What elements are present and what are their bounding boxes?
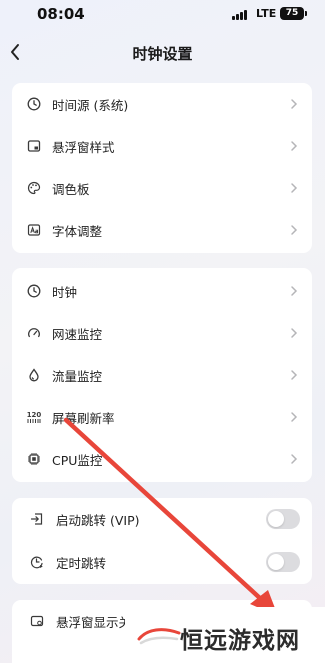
font-adjust-label: 字体调整: [52, 223, 103, 239]
float-window-style-label: 悬浮窗样式: [52, 139, 115, 155]
data-usage-label: 流量监控: [52, 368, 103, 384]
chevron-right-icon: [291, 412, 298, 422]
net-speed-label: 网速监控: [52, 326, 103, 342]
launch-jump-label: 启动跳转 (VIP): [56, 512, 140, 528]
status-time: 08:04: [37, 5, 85, 23]
network-type: LTE: [256, 7, 277, 20]
window-settings-icon: [29, 613, 45, 629]
float-display-label: 悬浮窗显示关: [56, 614, 132, 630]
timed-jump-label: 定时跳转: [56, 555, 107, 571]
font-adjust-row[interactable]: 字体调整: [12, 209, 312, 251]
window-icon: [26, 138, 42, 154]
cpu-icon: [26, 451, 42, 467]
font-icon: [26, 222, 42, 238]
status-bar: 08:04 LTE 75: [0, 0, 325, 30]
battery-level: 75: [285, 8, 299, 18]
launch-jump-toggle[interactable]: [266, 509, 300, 529]
net-speed-row[interactable]: 网速监控: [12, 312, 312, 354]
palette-row[interactable]: 调色板: [12, 167, 312, 209]
timed-jump-row: 定时跳转: [12, 541, 312, 583]
clock-label: 时钟: [52, 284, 78, 300]
droplet-icon: [26, 367, 42, 383]
chevron-right-icon: [291, 454, 298, 464]
cpu-monitor-label: CPU监控: [52, 452, 103, 468]
page-title: 时钟设置: [132, 45, 193, 63]
nav-bar: 时钟设置: [0, 32, 325, 72]
refresh-rate-row[interactable]: 120 屏幕刷新率: [12, 396, 312, 438]
data-usage-row[interactable]: 流量监控: [12, 354, 312, 396]
clock-icon: [26, 283, 42, 299]
timed-jump-toggle[interactable]: [266, 552, 300, 572]
cpu-monitor-row[interactable]: CPU监控: [12, 438, 312, 480]
clock-icon: [26, 96, 42, 112]
monitor-settings-card: 时钟 网速监控 流量监控 120 屏幕刷新率 CPU监控: [12, 268, 312, 482]
battery-icon: 75: [280, 7, 307, 20]
watermark-logo-icon: [137, 628, 181, 645]
chevron-right-icon: [291, 183, 298, 193]
time-source-row[interactable]: 时间源 (系统): [12, 83, 312, 125]
jump-icon: [29, 511, 45, 527]
watermark-text: 恒远游戏网: [180, 627, 300, 654]
time-source-label: 时间源 (系统): [52, 97, 129, 113]
timer-icon: [29, 554, 45, 570]
refresh-rate-label: 屏幕刷新率: [52, 410, 115, 426]
refresh-rate-icon: 120: [26, 409, 42, 425]
palette-label: 调色板: [52, 181, 90, 197]
clock-row[interactable]: 时钟: [12, 270, 312, 312]
display-settings-card: 时间源 (系统) 悬浮窗样式 调色板 字体调整: [12, 83, 312, 253]
speedometer-icon: [26, 325, 42, 341]
chevron-right-icon: [291, 141, 298, 151]
chevron-right-icon: [291, 99, 298, 109]
palette-icon: [26, 180, 42, 196]
launch-jump-row: 启动跳转 (VIP): [12, 498, 312, 540]
watermark: 恒远游戏网: [125, 607, 325, 663]
chevron-right-icon: [291, 328, 298, 338]
chevron-right-icon: [291, 370, 298, 380]
refresh-rate-icon-text: 120: [26, 411, 42, 419]
chevron-right-icon: [291, 286, 298, 296]
signal-icon: [232, 9, 250, 20]
float-window-style-row[interactable]: 悬浮窗样式: [12, 125, 312, 167]
chevron-right-icon: [291, 225, 298, 235]
jump-settings-card: 启动跳转 (VIP) 定时跳转: [12, 498, 312, 584]
